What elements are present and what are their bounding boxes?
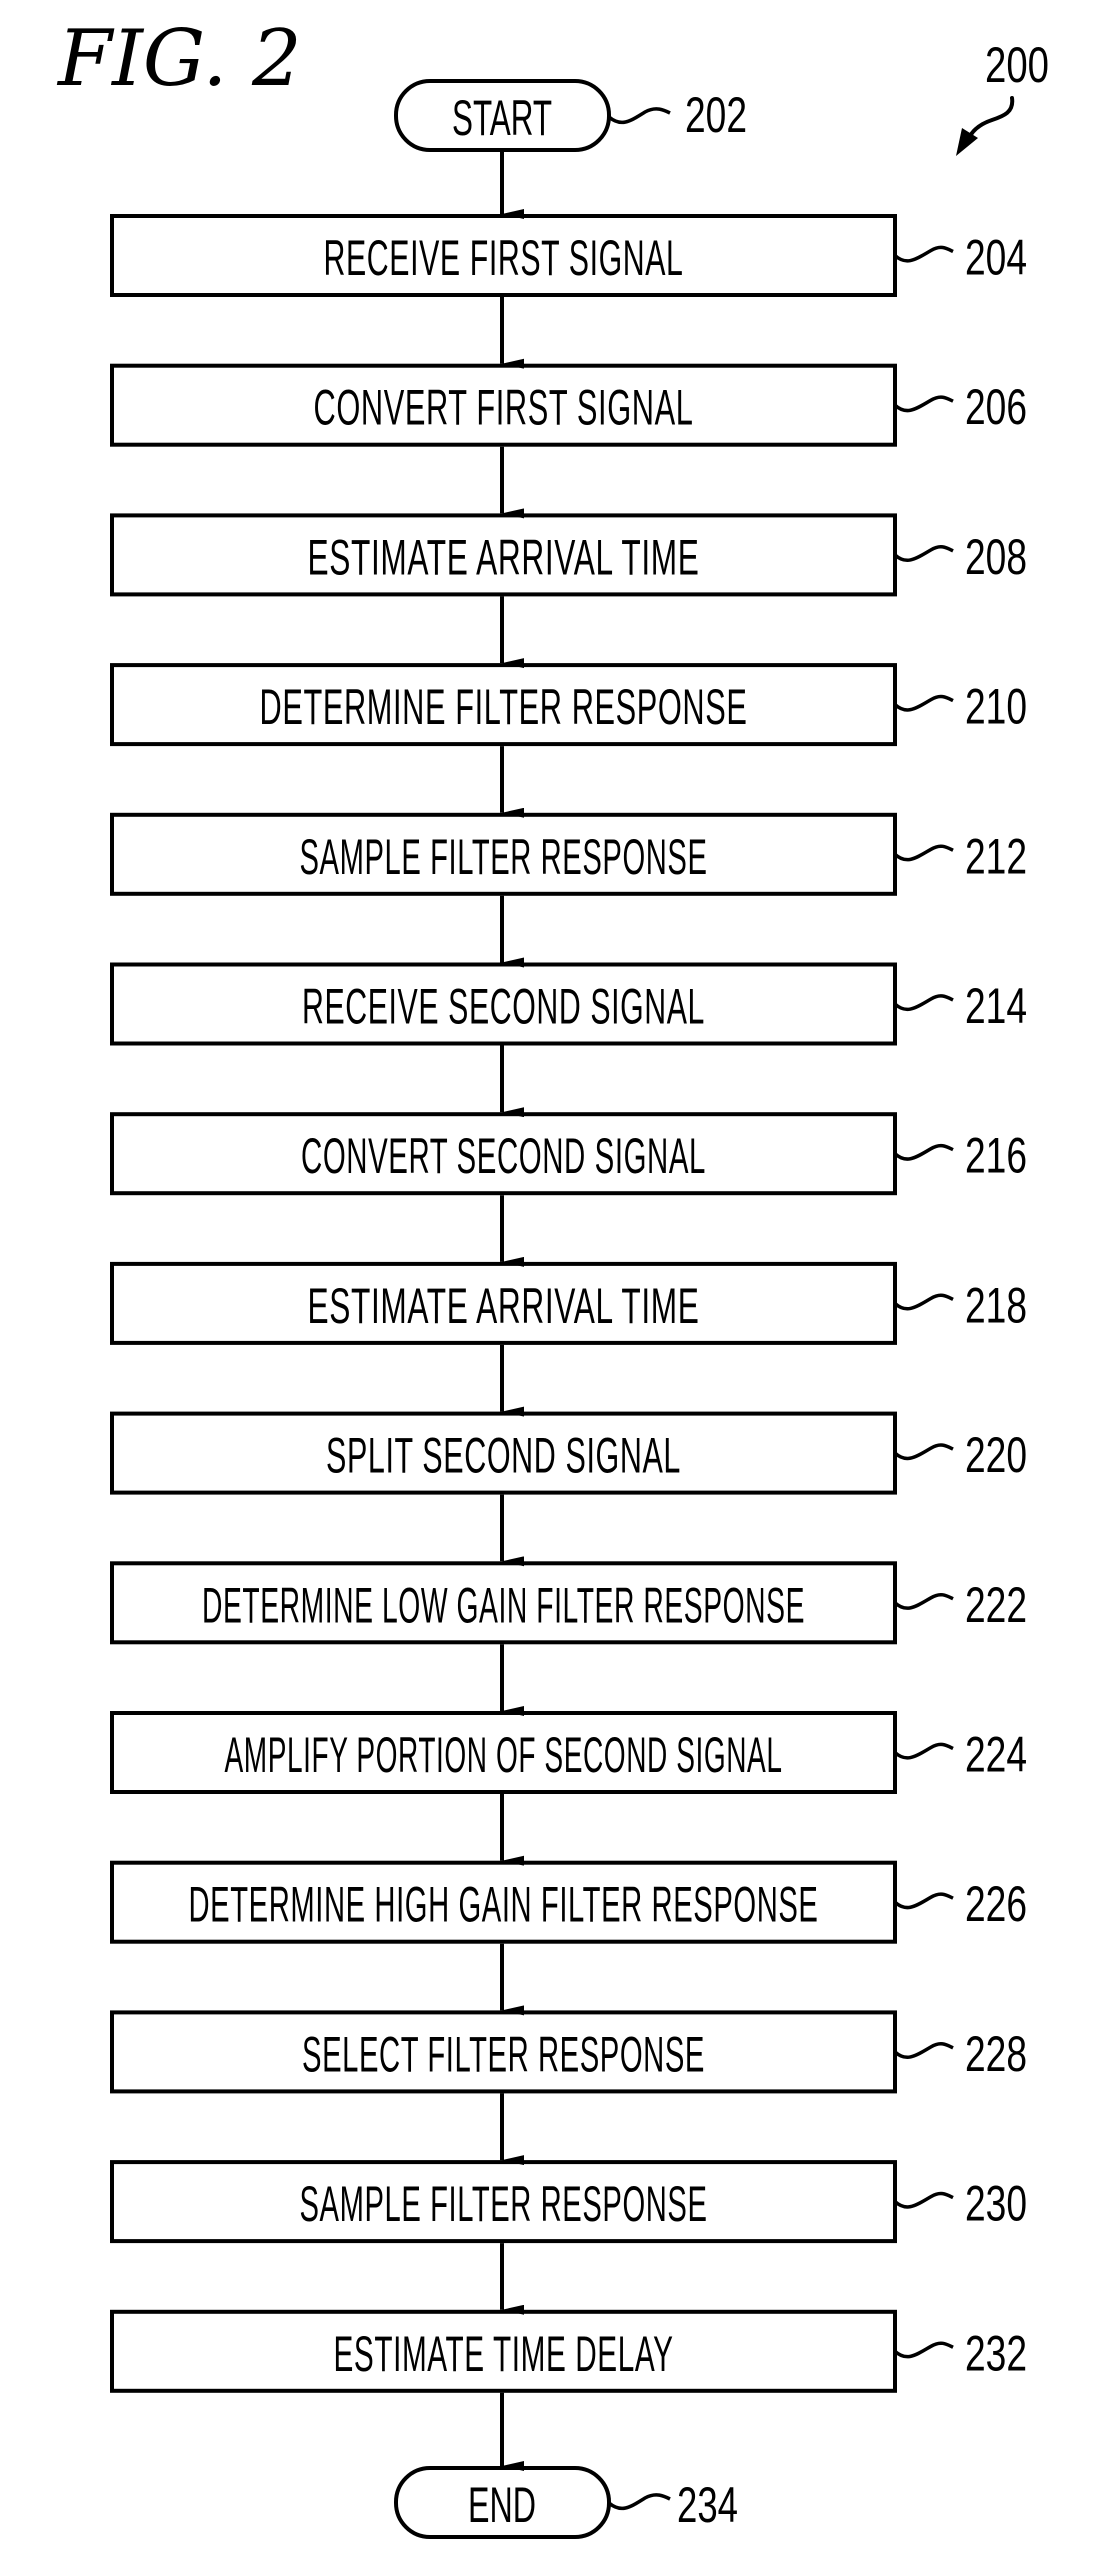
process-step: CONVERT FIRST SIGNAL 206 [110,363,1027,447]
process-step: SPLIT SECOND SIGNAL 220 [110,1411,1027,1495]
process-step: DETERMINE HIGH GAIN FILTER RESPONSE 226 [110,1860,1027,1944]
process-step: ESTIMATE ARRIVAL TIME 208 [110,513,1027,597]
step-reference-number: 224 [965,1727,1027,1783]
figure-reference-number: 200 [985,37,1049,93]
end-reference-squiggle-icon [607,2493,671,2511]
process-step-label: CONVERT FIRST SIGNAL [314,380,694,436]
step-reference-squiggle-icon [893,844,954,862]
process-step: DETERMINE FILTER RESPONSE 210 [110,663,1027,747]
flowchart-canvas: FIG. 2 200 START 202 RECEIVE FIRST SIGNA… [56,14,1049,2539]
figure-reference-arrow-icon [966,96,1015,142]
step-reference-squiggle-icon [893,545,954,563]
step-reference-number: 208 [965,529,1027,585]
step-reference-squiggle-icon [893,1892,954,1910]
step-reference-number: 212 [965,828,1027,884]
process-step-label: AMPLIFY PORTION OF SECOND SIGNAL [225,1727,783,1783]
process-step: RECEIVE FIRST SIGNAL 204 [110,214,1027,297]
figure-title: FIG. 2 [56,14,302,104]
figure-reference: 200 [956,37,1049,156]
step-reference-squiggle-icon [893,2191,954,2209]
step-reference-squiggle-icon [893,245,954,263]
process-step: CONVERT SECOND SIGNAL 216 [110,1112,1027,1196]
step-reference-number: 218 [965,1277,1027,1333]
step-reference-number: 232 [965,2325,1027,2381]
process-step-label: DETERMINE FILTER RESPONSE [260,679,748,735]
process-step-label: DETERMINE LOW GAIN FILTER RESPONSE [202,1577,805,1633]
step-reference-squiggle-icon [893,1293,954,1311]
step-reference-number: 210 [965,679,1027,735]
start-reference: 202 [685,87,747,143]
step-reference-number: 230 [965,2176,1027,2232]
end-reference: 234 [677,2477,738,2533]
end-terminator: END 234 [394,2466,738,2539]
step-reference-squiggle-icon [893,1143,954,1161]
step-reference-squiggle-icon [893,1592,954,1610]
step-reference-number: 206 [965,379,1027,435]
step-reference-number: 204 [965,230,1027,286]
step-reference-number: 222 [965,1577,1027,1633]
start-label: START [452,90,552,146]
process-step-label: SAMPLE FILTER RESPONSE [300,2176,708,2232]
process-step-label: SPLIT SECOND SIGNAL [326,1428,681,1484]
process-step-label: ESTIMATE ARRIVAL TIME [308,1278,700,1334]
step-reference-squiggle-icon [893,994,954,1012]
step-reference-number: 226 [965,1876,1027,1932]
process-step-label: DETERMINE HIGH GAIN FILTER RESPONSE [189,1877,819,1933]
process-step: SAMPLE FILTER RESPONSE 212 [110,812,1027,896]
end-label: END [468,2477,536,2533]
process-step: ESTIMATE TIME DELAY 232 [110,2309,1027,2393]
process-step-label: CONVERT SECOND SIGNAL [301,1128,706,1184]
step-reference-squiggle-icon [893,1443,954,1461]
step-reference-number: 228 [965,2026,1027,2082]
process-step-label: SELECT FILTER RESPONSE [302,2026,705,2082]
process-step: ESTIMATE ARRIVAL TIME 218 [110,1261,1027,1345]
process-step-label: SAMPLE FILTER RESPONSE [300,829,708,885]
step-reference-number: 220 [965,1427,1027,1483]
process-step-label: RECEIVE SECOND SIGNAL [302,979,705,1035]
process-step: SELECT FILTER RESPONSE 228 [110,2010,1027,2094]
step-reference-number: 214 [965,978,1027,1034]
start-terminator: START 202 [394,79,747,152]
start-reference-squiggle-icon [607,107,671,125]
step-reference-squiggle-icon [893,2341,954,2359]
step-reference-squiggle-icon [893,395,954,413]
process-steps: RECEIVE FIRST SIGNAL 204 CONVERT FIRST SIG… [110,214,1027,2393]
process-step: DETERMINE LOW GAIN FILTER RESPONSE 222 [110,1561,1027,1645]
step-reference-squiggle-icon [893,694,954,712]
process-step-label: ESTIMATE TIME DELAY [334,2326,674,2382]
step-reference-squiggle-icon [893,2042,954,2060]
step-reference-squiggle-icon [893,1742,954,1760]
step-reference-number: 216 [965,1128,1027,1184]
process-step-label: ESTIMATE ARRIVAL TIME [308,529,700,585]
process-step: AMPLIFY PORTION OF SECOND SIGNAL 224 [110,1711,1027,1794]
process-step-label: RECEIVE FIRST SIGNAL [324,230,684,286]
process-step: SAMPLE FILTER RESPONSE 230 [110,2160,1027,2244]
process-step: RECEIVE SECOND SIGNAL 214 [110,962,1027,1046]
